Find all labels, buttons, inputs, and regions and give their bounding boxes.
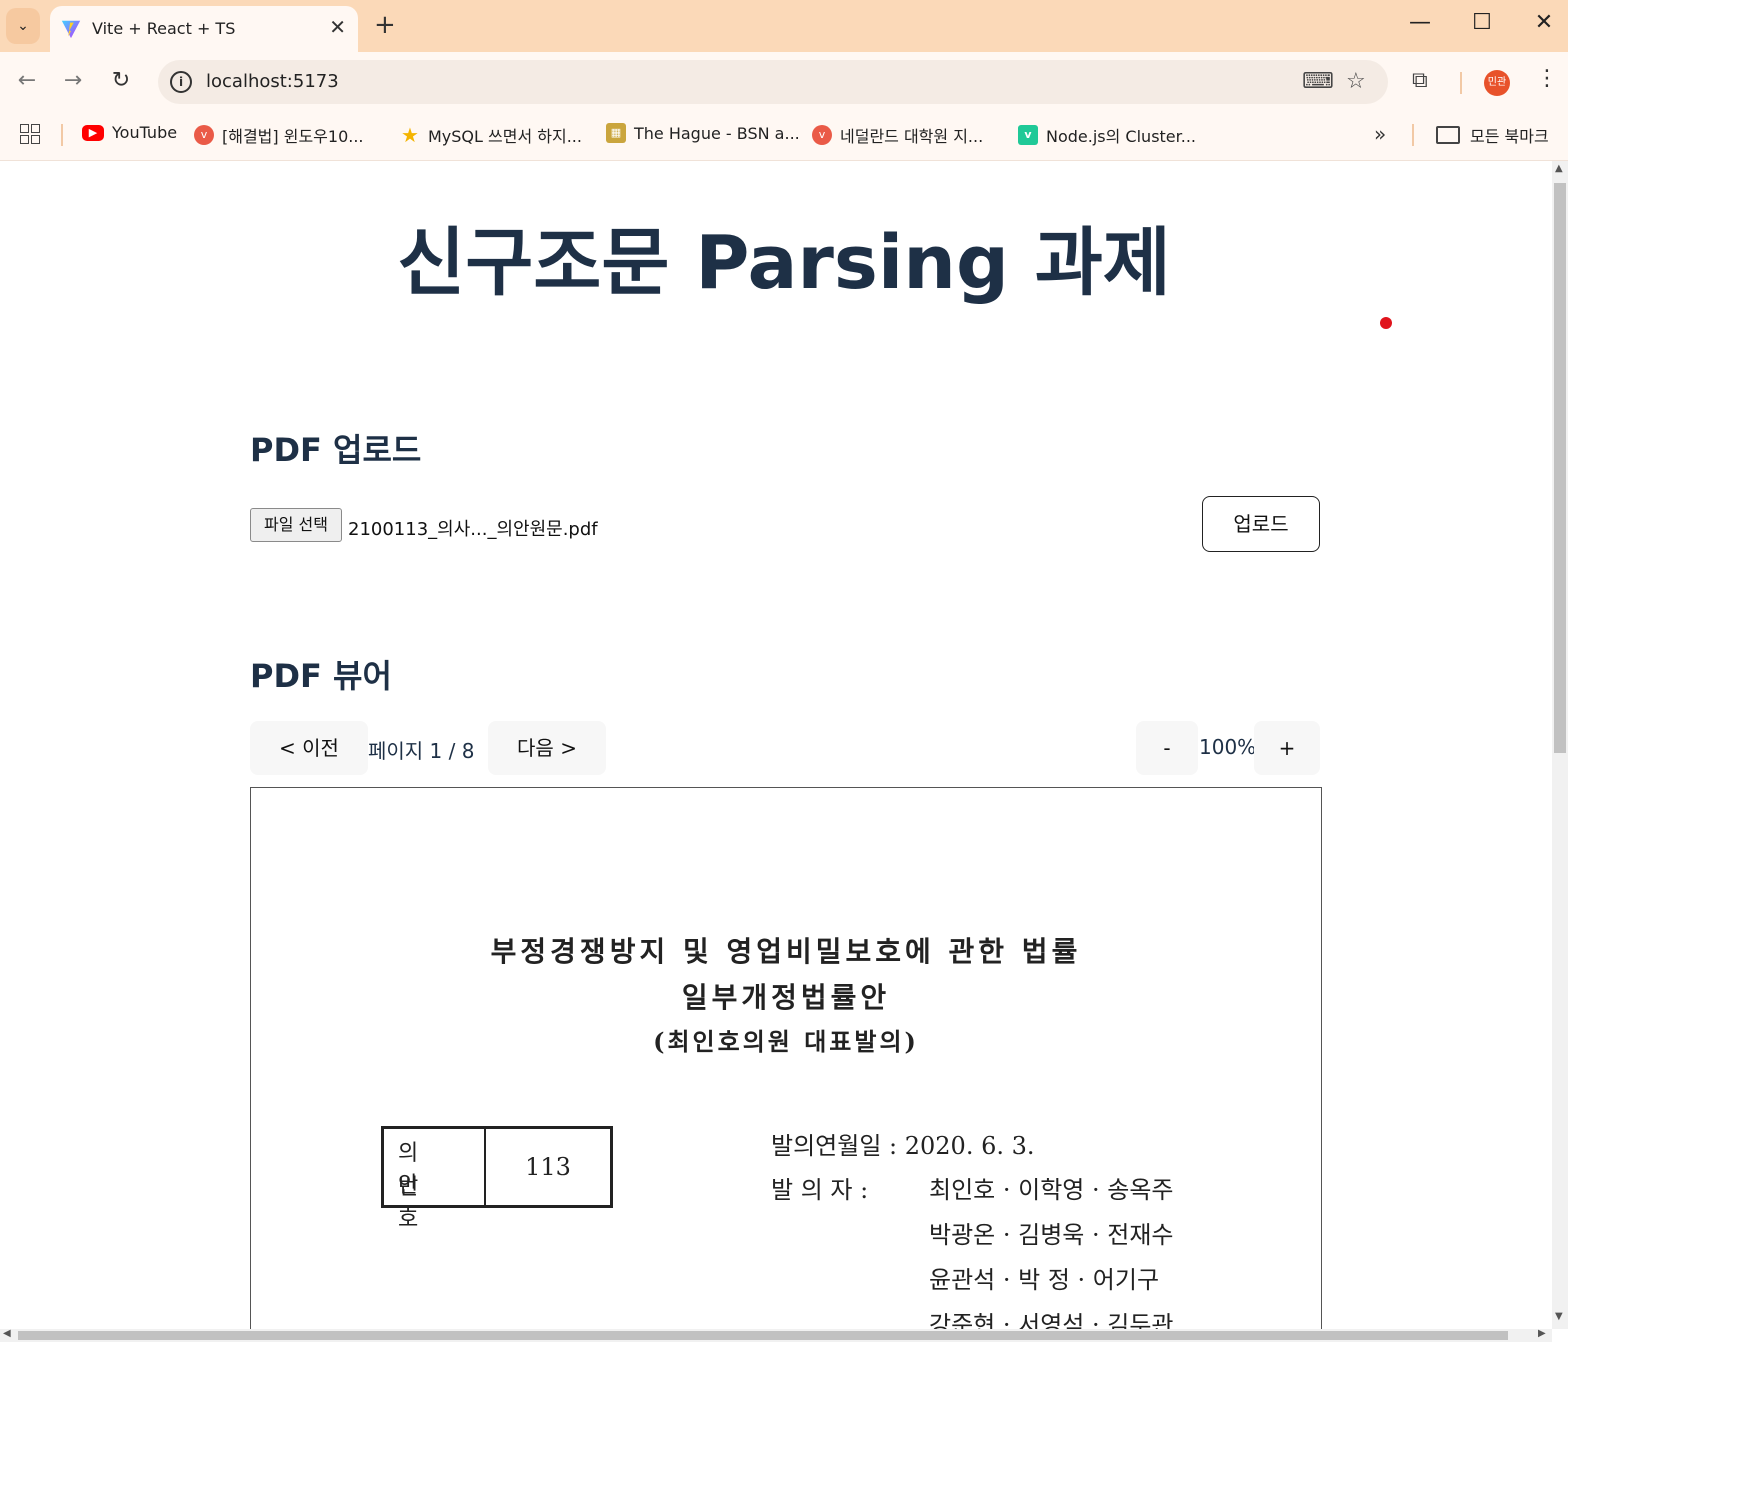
tab-strip: ⌄ Vite + React + TS ✕ + — ☐ ✕ [0, 0, 1568, 52]
document-title: 부정경쟁방지 및 영업비밀보호에 관한 법률 [490, 935, 1082, 968]
velog-icon: v [1018, 125, 1038, 145]
apps-grid-icon[interactable] [20, 124, 40, 144]
profile-avatar[interactable]: 민관 [1484, 70, 1510, 96]
chevron-down-icon: ⌄ [17, 18, 29, 34]
toolbar-divider [1460, 72, 1462, 94]
tab-title: Vite + React + TS [92, 19, 236, 38]
viewer-heading: PDF 뷰어 [250, 657, 392, 695]
upload-heading: PDF 업로드 [250, 431, 422, 469]
extensions-icon[interactable]: ⧉ [1412, 68, 1428, 93]
site-info-icon[interactable]: i [170, 71, 192, 93]
scroll-left-icon[interactable]: ◀ [3, 1328, 11, 1339]
star-icon: ★ [401, 123, 419, 147]
bookmark-hague[interactable]: ▦ The Hague - BSN a... [606, 123, 800, 143]
vite-icon: v [194, 125, 214, 145]
vertical-scroll-thumb[interactable] [1554, 183, 1566, 753]
new-tab-button[interactable]: + [374, 10, 396, 40]
close-window-icon[interactable]: ✕ [1524, 10, 1564, 35]
page-title: 신구조문 Parsing 과제 [397, 220, 1171, 306]
status-indicator-dot [1380, 317, 1392, 329]
scroll-down-icon[interactable]: ▼ [1555, 1311, 1563, 1322]
bookmarks-divider [61, 124, 63, 146]
bookmark-label: [해결법] 윈도우10... [222, 127, 364, 146]
forward-icon[interactable]: → [58, 68, 88, 93]
document-sponsor: (최인호의원 대표발의) [653, 1027, 919, 1056]
next-page-button[interactable]: 다음 > [488, 721, 606, 775]
bill-number-table: 의 안 번 호 113 [381, 1126, 613, 1232]
proposers-line: 최인호 · 이학영 · 송옥주 [929, 1176, 1174, 1204]
zoom-in-button[interactable]: + [1254, 721, 1320, 775]
tab-search-button[interactable]: ⌄ [6, 8, 40, 44]
document-title-line2: 일부개정법률안 [681, 981, 891, 1014]
page-indicator: 페이지 1 / 8 [368, 739, 475, 763]
proposer-label: 발 의 자 : [771, 1176, 869, 1204]
bookmark-label: The Hague - BSN a... [634, 123, 800, 143]
city-icon: ▦ [606, 123, 626, 143]
folder-icon [1436, 126, 1460, 144]
bookmark-label: MySQL 쓰면서 하지... [428, 127, 582, 146]
proposers-line: 강준현 · 서영석 · 김두관 [929, 1311, 1174, 1329]
vertical-scrollbar[interactable]: ▲ ▼ [1552, 161, 1568, 1329]
horizontal-scrollbar[interactable]: ◀ ▶ [0, 1328, 1552, 1342]
active-tab[interactable]: Vite + React + TS ✕ [50, 6, 358, 52]
bookmark-label: Node.js의 Cluster... [1046, 127, 1197, 146]
youtube-icon: ▶ [82, 124, 104, 141]
tab-close-icon[interactable]: ✕ [329, 15, 346, 39]
bookmark-mysql[interactable]: ★ MySQL 쓰면서 하지... [400, 123, 582, 147]
pdf-page: 부정경쟁방지 및 영업비밀보호에 관한 법률 일부개정법률안 (최인호의원 대표… [250, 787, 1322, 1329]
bookmark-nodejs[interactable]: v Node.js의 Cluster... [1018, 123, 1196, 147]
scroll-right-icon[interactable]: ▶ [1538, 1328, 1546, 1339]
address-bar[interactable]: i localhost:5173 ⌨ ☆ [158, 60, 1388, 104]
translate-icon[interactable]: ⌨ [1302, 69, 1334, 94]
bookmark-label: 네덜란드 대학원 지... [840, 127, 984, 146]
more-bookmarks-icon[interactable]: » [1374, 122, 1386, 146]
browser-toolbar: ← → ↻ i localhost:5173 ⌨ ☆ ⧉ 민관 ⋮ [0, 52, 1568, 112]
vite-icon [61, 20, 81, 39]
back-icon[interactable]: ← [12, 68, 42, 93]
selected-file-name: 2100113_의사..._의안원문.pdf [348, 519, 598, 540]
bookmarks-bar: ▶ YouTube v [해결법] 윈도우10... ★ MySQL 쓰면서 하… [0, 112, 1568, 161]
bill-label-line2: 번 호 [398, 1175, 433, 1232]
bookmark-label: YouTube [112, 123, 178, 142]
zoom-level: 100% [1199, 735, 1257, 759]
proposers-line: 윤관석 · 박 정 · 어기구 [929, 1266, 1160, 1294]
bill-number-value: 113 [525, 1153, 571, 1181]
bookmark-star-icon[interactable]: ☆ [1346, 69, 1366, 94]
file-select-button[interactable]: 파일 선택 [250, 508, 342, 542]
bookmarks-divider [1412, 124, 1414, 146]
bookmark-windows-fix[interactable]: v [해결법] 윈도우10... [194, 123, 364, 147]
vite-icon: v [812, 125, 832, 145]
proposers-line: 박광온 · 김병욱 · 전재수 [929, 1221, 1174, 1249]
maximize-icon[interactable]: ☐ [1462, 10, 1502, 35]
minimize-icon[interactable]: — [1400, 10, 1440, 35]
all-bookmarks-button[interactable]: 모든 북마크 [1436, 123, 1549, 147]
prev-page-button[interactable]: < 이전 [250, 721, 368, 775]
all-bookmarks-label: 모든 북마크 [1470, 127, 1549, 146]
horizontal-scroll-thumb[interactable] [18, 1331, 1508, 1340]
upload-button[interactable]: 업로드 [1202, 496, 1320, 552]
reload-icon[interactable]: ↻ [106, 68, 136, 93]
bill-number-label: 의 안 번 호 [384, 1129, 486, 1232]
url-text[interactable]: localhost:5173 [206, 71, 339, 92]
zoom-out-button[interactable]: - [1136, 721, 1198, 775]
bookmark-netherlands[interactable]: v 네덜란드 대학원 지... [812, 123, 983, 147]
bookmark-youtube[interactable]: ▶ YouTube [82, 123, 177, 142]
scroll-up-icon[interactable]: ▲ [1555, 163, 1563, 174]
page-viewport: 신구조문 Parsing 과제 PDF 업로드 파일 선택 2100113_의사… [0, 161, 1552, 1329]
proposal-date: 발의연월일 : 2020. 6. 3. [771, 1132, 1035, 1160]
kebab-menu-icon[interactable]: ⋮ [1536, 66, 1558, 91]
